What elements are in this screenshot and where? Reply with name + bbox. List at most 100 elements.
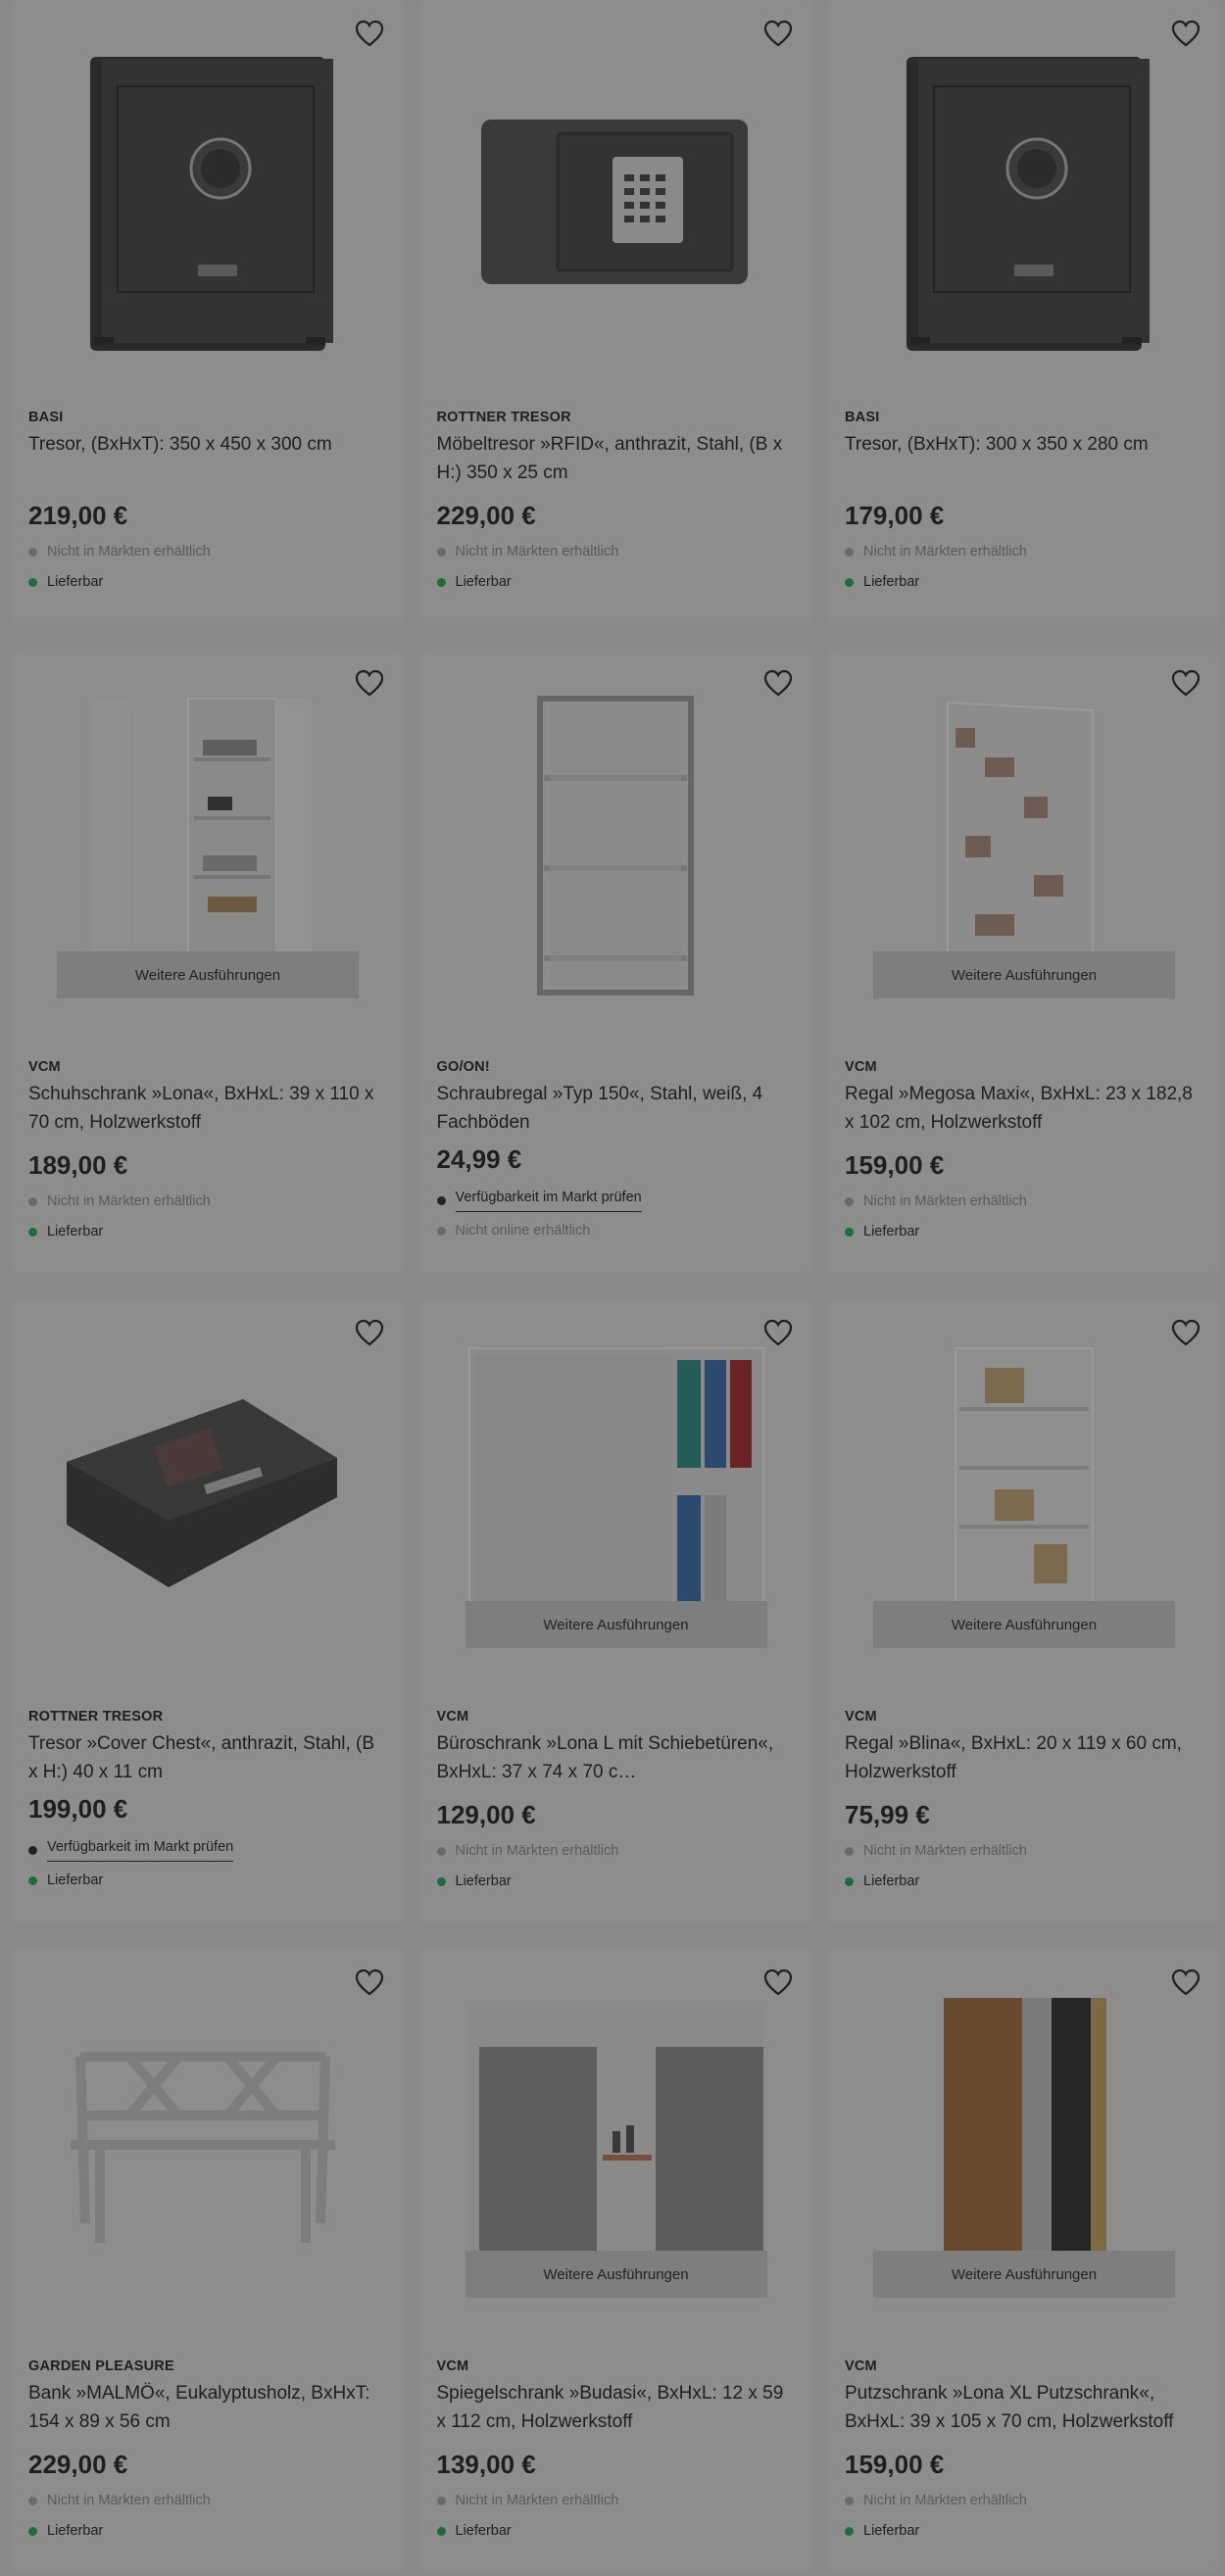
product-card[interactable]: GO/ON! Schraubregal »Typ 150«, Stahl, wei… [419,650,812,1273]
availability-text: Lieferbar [455,2523,512,2539]
garden-bench-icon [71,2052,335,2243]
heart-icon[interactable] [1169,18,1202,49]
status-dot-icon [436,577,446,587]
heart-icon[interactable] [1169,1967,1202,1998]
product-title[interactable]: Büroschrank »Lona L mit Schiebetüren«, B… [437,1729,793,1786]
product-card[interactable]: Weitere Ausführungen VCM Regal »Blina«, Bx… [828,1299,1220,1922]
product-card[interactable]: Weitere Ausführungen VCM Spiegelschrank »B… [419,1949,812,2572]
variants-button[interactable]: Weitere Ausführungen [873,2251,1175,2298]
product-image[interactable] [12,1949,404,2331]
product-brand: GARDEN PLEASURE [28,2358,174,2374]
status-dot-icon [845,2526,854,2536]
availability-status: Lieferbar [845,1871,1200,1891]
variants-button[interactable]: Weitere Ausführungen [57,951,359,998]
product-title[interactable]: Schuhschrank »Lona«, BxHxL: 39 x 110 x 7… [28,1080,384,1137]
product-card[interactable]: Weitere Ausführungen VCM Regal »Megosa Max… [828,650,1220,1273]
product-info: BASI Tresor, (BxHxT): 300 x 350 x 280 cm 1… [845,410,1200,592]
heart-icon[interactable] [353,1317,386,1348]
product-image[interactable] [420,0,812,382]
availability-text: Lieferbar [863,574,920,590]
heart-icon[interactable] [353,1967,386,1998]
heart-icon[interactable] [353,18,386,49]
keypad-safe-icon [480,120,748,284]
availability-text: Nicht in Märkten erhältlich [47,544,211,559]
product-title[interactable]: Bank »MALMÖ«, Eukalyptusholz, BxHxT: 154… [28,2379,384,2436]
availability-text: Nicht in Märkten erhältlich [455,2493,619,2508]
product-title[interactable]: Möbeltresor »RFID«, anthrazit, Stahl, (B… [437,430,793,487]
heart-icon[interactable] [761,18,795,49]
product-image[interactable] [420,650,812,1032]
availability-text: Lieferbar [47,1872,104,1888]
chest-safe-icon [67,1399,337,1587]
availability-text: Lieferbar [863,1873,920,1889]
heart-icon[interactable] [353,667,386,699]
product-title[interactable]: Tresor, (BxHxT): 350 x 450 x 300 cm [28,430,384,487]
availability-text[interactable]: Verfügbarkeit im Markt prüfen [455,1190,642,1212]
product-brand: ROTTNER TRESOR [436,410,571,425]
availability-check-link[interactable]: Verfügbarkeit im Markt prüfen [28,1839,384,1862]
availability-text: Nicht in Märkten erhältlich [863,1843,1027,1859]
availability-text: Lieferbar [455,1873,512,1889]
status-dot-icon [845,2496,854,2505]
product-title[interactable]: Tresor »Cover Chest«, anthrazit, Stahl, … [28,1729,384,1786]
availability-status: Lieferbar [436,572,793,592]
product-card[interactable]: Weitere Ausführungen VCM Putzschrank »Lona… [828,1949,1220,2572]
heart-icon[interactable] [1169,1317,1202,1348]
availability-status: Nicht in Märkten erhältlich [436,1841,793,1861]
availability-text: Lieferbar [47,574,104,590]
product-info: GARDEN PLEASURE Bank »MALMÖ«, Eukalyptush… [28,2358,384,2541]
product-brand: BASI [28,410,64,425]
availability-status: Lieferbar [436,1871,793,1891]
status-dot-icon [436,547,446,557]
product-price: 229,00 € [28,2450,128,2479]
product-card[interactable]: ROTTNER TRESOR Möbeltresor »RFID«, anthra… [419,0,812,623]
heart-icon[interactable] [1169,667,1202,699]
product-price: 129,00 € [436,1800,536,1829]
product-card[interactable]: Weitere Ausführungen VCM Schuhschrank »Lon… [12,650,404,1273]
safe-icon [90,57,333,351]
availability-status: Lieferbar [845,2521,1200,2541]
status-dot-icon [845,1876,854,1886]
product-card[interactable]: ROTTNER TRESOR Tresor »Cover Chest«, anth… [12,1299,404,1922]
product-price: 199,00 € [28,1794,128,1823]
product-title[interactable]: Spiegelschrank »Budasi«, BxHxL: 12 x 59 … [437,2379,793,2436]
product-title[interactable]: Tresor, (BxHxT): 300 x 350 x 280 cm [845,430,1200,487]
availability-status: Lieferbar [28,2521,384,2541]
heart-icon[interactable] [761,1317,795,1348]
product-info: ROTTNER TRESOR Möbeltresor »RFID«, anthra… [436,410,793,592]
variants-button[interactable]: Weitere Ausführungen [873,1601,1175,1648]
status-dot-icon [28,577,37,587]
product-card[interactable]: BASI Tresor, (BxHxT): 300 x 350 x 280 cm 1… [828,0,1220,623]
product-brand: GO/ON! [436,1059,490,1075]
variants-button[interactable]: Weitere Ausführungen [465,1601,767,1648]
product-price: 139,00 € [436,2450,536,2479]
product-title[interactable]: Regal »Megosa Maxi«, BxHxL: 23 x 182,8 x… [845,1080,1200,1137]
availability-check-link[interactable]: Verfügbarkeit im Markt prüfen [436,1190,793,1212]
variants-button[interactable]: Weitere Ausführungen [873,951,1175,998]
availability-text[interactable]: Verfügbarkeit im Markt prüfen [47,1839,234,1862]
heart-icon[interactable] [761,667,795,699]
product-title[interactable]: Regal »Blina«, BxHxL: 20 x 119 x 60 cm, … [845,1729,1200,1786]
product-image[interactable] [12,0,404,382]
availability-text: Lieferbar [863,2523,920,2539]
availability-status: Nicht in Märkten erhältlich [845,1191,1200,1211]
variants-button[interactable]: Weitere Ausführungen [465,2251,767,2298]
product-image[interactable] [828,0,1220,382]
availability-status: Lieferbar [845,572,1200,592]
product-title[interactable]: Schraubregal »Typ 150«, Stahl, weiß, 4 F… [437,1080,793,1137]
product-image[interactable] [12,1299,404,1681]
product-brand: VCM [845,2358,877,2374]
availability-status: Lieferbar [28,1222,384,1241]
availability-text: Lieferbar [455,574,512,590]
product-card[interactable]: GARDEN PLEASURE Bank »MALMÖ«, Eukalyptush… [12,1949,404,2572]
availability-text: Nicht in Märkten erhältlich [863,544,1027,559]
product-card[interactable]: Weitere Ausführungen VCM Büroschrank »Lona… [419,1299,812,1922]
product-card[interactable]: BASI Tresor, (BxHxT): 350 x 450 x 300 cm 2… [12,0,404,623]
heart-icon[interactable] [761,1967,795,1998]
product-title[interactable]: Putzschrank »Lona XL Putzschrank«, BxHxL… [845,2379,1200,2436]
status-dot-icon [436,1226,446,1236]
product-price: 219,00 € [28,501,128,530]
product-price: 189,00 € [28,1150,128,1180]
product-info: BASI Tresor, (BxHxT): 350 x 450 x 300 cm 2… [28,410,384,592]
availability-text: Lieferbar [47,1224,104,1239]
